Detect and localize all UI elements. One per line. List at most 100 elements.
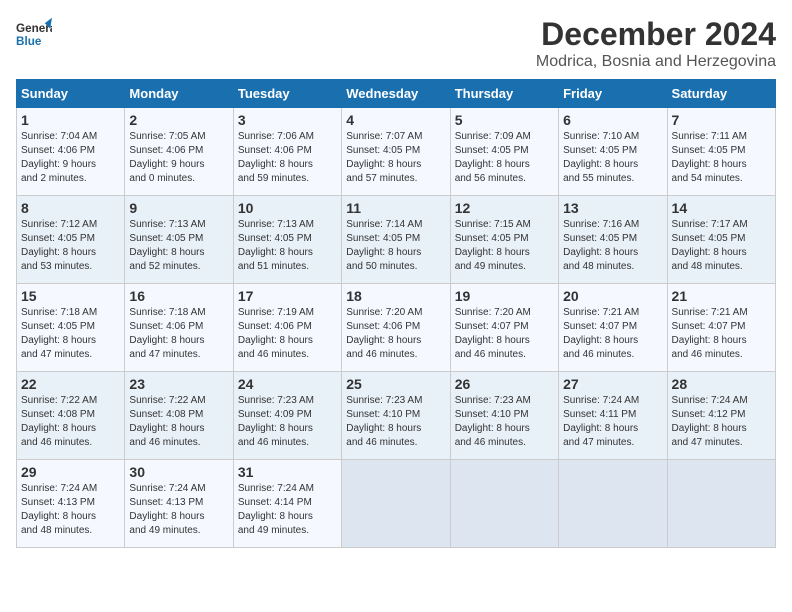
day-info: Sunrise: 7:14 AM Sunset: 4:05 PM Dayligh… — [346, 218, 445, 274]
calendar-cell — [450, 460, 558, 548]
day-info: Sunrise: 7:18 AM Sunset: 4:06 PM Dayligh… — [129, 306, 228, 362]
calendar-table: SundayMondayTuesdayWednesdayThursdayFrid… — [16, 79, 776, 548]
calendar-cell: 31 Sunrise: 7:24 AM Sunset: 4:14 PM Dayli… — [233, 460, 341, 548]
day-number: 29 — [21, 464, 120, 480]
day-info: Sunrise: 7:24 AM Sunset: 4:11 PM Dayligh… — [563, 394, 662, 450]
day-number: 27 — [563, 376, 662, 392]
calendar-cell — [559, 460, 667, 548]
day-number: 25 — [346, 376, 445, 392]
day-number: 8 — [21, 200, 120, 216]
svg-text:Blue: Blue — [16, 35, 42, 48]
calendar-cell: 24Sunrise: 7:23 AM Sunset: 4:09 PM Dayli… — [233, 372, 341, 460]
day-number: 4 — [346, 112, 445, 128]
day-info: Sunrise: 7:13 AM Sunset: 4:05 PM Dayligh… — [129, 218, 228, 274]
day-info: Sunrise: 7:21 AM Sunset: 4:07 PM Dayligh… — [563, 306, 662, 362]
day-info: Sunrise: 7:23 AM Sunset: 4:10 PM Dayligh… — [346, 394, 445, 450]
calendar-week-row: 1Sunrise: 7:04 AM Sunset: 4:06 PM Daylig… — [17, 108, 776, 196]
day-info: Sunrise: 7:19 AM Sunset: 4:06 PM Dayligh… — [238, 306, 337, 362]
calendar-cell: 12 Sunrise: 7:15 AM Sunset: 4:05 PM Dayli… — [450, 196, 558, 284]
calendar-header-row: SundayMondayTuesdayWednesdayThursdayFrid… — [17, 80, 776, 108]
calendar-cell — [342, 460, 450, 548]
day-number: 6 — [563, 112, 662, 128]
header-day-wednesday: Wednesday — [342, 80, 450, 108]
day-info: Sunrise: 7:12 AM Sunset: 4:05 PM Dayligh… — [21, 218, 120, 274]
day-info: Sunrise: 7:22 AM Sunset: 4:08 PM Dayligh… — [129, 394, 228, 450]
day-number: 5 — [455, 112, 554, 128]
day-number: 20 — [563, 288, 662, 304]
calendar-cell: 28 Sunrise: 7:24 AM Sunset: 4:12 PM Dayli… — [667, 372, 775, 460]
day-info: Sunrise: 7:20 AM Sunset: 4:06 PM Dayligh… — [346, 306, 445, 362]
calendar-cell: 4 Sunrise: 7:07 AM Sunset: 4:05 PM Daylig… — [342, 108, 450, 196]
calendar-cell: 18 Sunrise: 7:20 AM Sunset: 4:06 PM Dayli… — [342, 284, 450, 372]
day-info: Sunrise: 7:13 AM Sunset: 4:05 PM Dayligh… — [238, 218, 337, 274]
day-number: 1 — [21, 112, 120, 128]
day-info: Sunrise: 7:24 AM Sunset: 4:12 PM Dayligh… — [672, 394, 771, 450]
day-number: 3 — [238, 112, 337, 128]
day-number: 31 — [238, 464, 337, 480]
day-info: Sunrise: 7:24 AM Sunset: 4:13 PM Dayligh… — [129, 482, 228, 538]
calendar-cell: 21Sunrise: 7:21 AM Sunset: 4:07 PM Dayli… — [667, 284, 775, 372]
day-number: 18 — [346, 288, 445, 304]
calendar-cell: 1Sunrise: 7:04 AM Sunset: 4:06 PM Daylig… — [17, 108, 125, 196]
calendar-cell: 7 Sunrise: 7:11 AM Sunset: 4:05 PM Daylig… — [667, 108, 775, 196]
calendar-cell: 3 Sunrise: 7:06 AM Sunset: 4:06 PM Daylig… — [233, 108, 341, 196]
day-info: Sunrise: 7:15 AM Sunset: 4:05 PM Dayligh… — [455, 218, 554, 274]
calendar-cell: 30 Sunrise: 7:24 AM Sunset: 4:13 PM Dayli… — [125, 460, 233, 548]
location-title: Modrica, Bosnia and Herzegovina — [536, 53, 776, 71]
calendar-cell: 8 Sunrise: 7:12 AM Sunset: 4:05 PM Daylig… — [17, 196, 125, 284]
day-number: 12 — [455, 200, 554, 216]
day-number: 22 — [21, 376, 120, 392]
day-number: 13 — [563, 200, 662, 216]
header-day-sunday: Sunday — [17, 80, 125, 108]
calendar-cell: 6Sunrise: 7:10 AM Sunset: 4:05 PM Daylig… — [559, 108, 667, 196]
day-info: Sunrise: 7:23 AM Sunset: 4:10 PM Dayligh… — [455, 394, 554, 450]
day-info: Sunrise: 7:24 AM Sunset: 4:14 PM Dayligh… — [238, 482, 337, 538]
logo-icon: General Blue — [16, 16, 52, 52]
calendar-cell: 25 Sunrise: 7:23 AM Sunset: 4:10 PM Dayli… — [342, 372, 450, 460]
day-number: 9 — [129, 200, 228, 216]
day-info: Sunrise: 7:05 AM Sunset: 4:06 PM Dayligh… — [129, 130, 228, 186]
calendar-cell: 15 Sunrise: 7:18 AM Sunset: 4:05 PM Dayli… — [17, 284, 125, 372]
month-title: December 2024 — [536, 16, 776, 53]
day-number: 30 — [129, 464, 228, 480]
calendar-cell: 9 Sunrise: 7:13 AM Sunset: 4:05 PM Daylig… — [125, 196, 233, 284]
day-number: 28 — [672, 376, 771, 392]
calendar-cell: 11 Sunrise: 7:14 AM Sunset: 4:05 PM Dayli… — [342, 196, 450, 284]
day-number: 16 — [129, 288, 228, 304]
calendar-cell — [667, 460, 775, 548]
day-number: 11 — [346, 200, 445, 216]
day-info: Sunrise: 7:07 AM Sunset: 4:05 PM Dayligh… — [346, 130, 445, 186]
day-info: Sunrise: 7:09 AM Sunset: 4:05 PM Dayligh… — [455, 130, 554, 186]
day-info: Sunrise: 7:17 AM Sunset: 4:05 PM Dayligh… — [672, 218, 771, 274]
day-info: Sunrise: 7:20 AM Sunset: 4:07 PM Dayligh… — [455, 306, 554, 362]
day-number: 24 — [238, 376, 337, 392]
header-day-monday: Monday — [125, 80, 233, 108]
day-number: 7 — [672, 112, 771, 128]
day-number: 19 — [455, 288, 554, 304]
calendar-cell: 14 Sunrise: 7:17 AM Sunset: 4:05 PM Dayli… — [667, 196, 775, 284]
calendar-week-row: 22 Sunrise: 7:22 AM Sunset: 4:08 PM Dayli… — [17, 372, 776, 460]
day-info: Sunrise: 7:16 AM Sunset: 4:05 PM Dayligh… — [563, 218, 662, 274]
calendar-cell: 10Sunrise: 7:13 AM Sunset: 4:05 PM Dayli… — [233, 196, 341, 284]
day-number: 15 — [21, 288, 120, 304]
day-info: Sunrise: 7:18 AM Sunset: 4:05 PM Dayligh… — [21, 306, 120, 362]
day-info: Sunrise: 7:11 AM Sunset: 4:05 PM Dayligh… — [672, 130, 771, 186]
calendar-week-row: 29 Sunrise: 7:24 AM Sunset: 4:13 PM Dayli… — [17, 460, 776, 548]
header-day-saturday: Saturday — [667, 80, 775, 108]
calendar-cell: 20 Sunrise: 7:21 AM Sunset: 4:07 PM Dayli… — [559, 284, 667, 372]
calendar-cell: 23 Sunrise: 7:22 AM Sunset: 4:08 PM Dayli… — [125, 372, 233, 460]
day-info: Sunrise: 7:06 AM Sunset: 4:06 PM Dayligh… — [238, 130, 337, 186]
header-day-friday: Friday — [559, 80, 667, 108]
day-number: 14 — [672, 200, 771, 216]
header-day-thursday: Thursday — [450, 80, 558, 108]
day-info: Sunrise: 7:21 AM Sunset: 4:07 PM Dayligh… — [672, 306, 771, 362]
calendar-cell: 2Sunrise: 7:05 AM Sunset: 4:06 PM Daylig… — [125, 108, 233, 196]
day-number: 23 — [129, 376, 228, 392]
calendar-cell: 13 Sunrise: 7:16 AM Sunset: 4:05 PM Dayli… — [559, 196, 667, 284]
day-number: 17 — [238, 288, 337, 304]
calendar-cell: 5 Sunrise: 7:09 AM Sunset: 4:05 PM Daylig… — [450, 108, 558, 196]
calendar-week-row: 8 Sunrise: 7:12 AM Sunset: 4:05 PM Daylig… — [17, 196, 776, 284]
calendar-cell: 22Sunrise: 7:22 AM Sunset: 4:08 PM Dayli… — [17, 372, 125, 460]
calendar-cell: 17 Sunrise: 7:19 AM Sunset: 4:06 PM Dayli… — [233, 284, 341, 372]
day-info: Sunrise: 7:24 AM Sunset: 4:13 PM Dayligh… — [21, 482, 120, 538]
